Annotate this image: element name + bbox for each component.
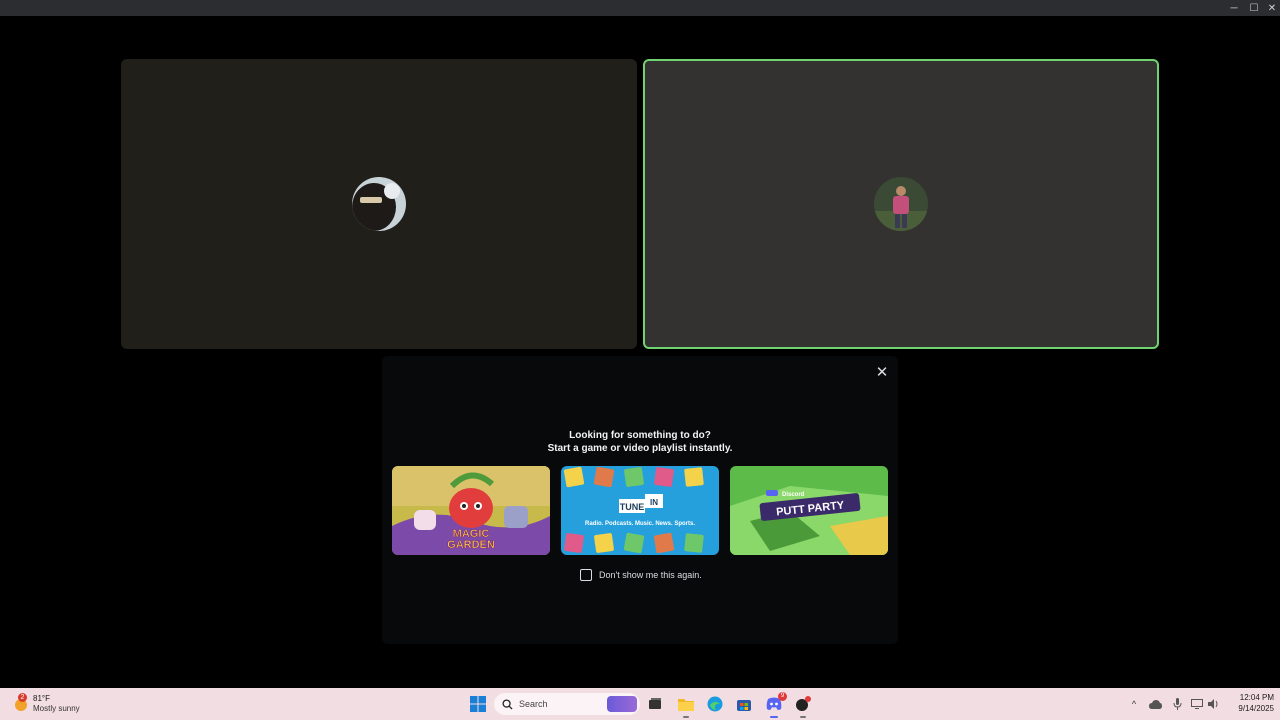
taskbar-clock[interactable]: 12:04 PM 9/14/2025 [1226, 692, 1274, 714]
app-button[interactable] [793, 694, 813, 718]
tunein-tagline: Radio. Podcasts. Music. News. Sports. [585, 521, 695, 527]
edge-button[interactable] [705, 694, 725, 714]
maximize-button[interactable]: ☐ [1244, 0, 1264, 16]
clock-time: 12:04 PM [1239, 693, 1274, 702]
weather-badge: 2 [18, 693, 27, 702]
app-icon [796, 696, 811, 711]
activity-card-tunein[interactable]: TUNE IN Radio. Podcasts. Music. News. Sp… [561, 466, 719, 555]
taskbar: 2 81°F Mostly sunny Search 9 ^ 12:04 PM … [0, 688, 1280, 720]
task-view-button[interactable] [645, 694, 665, 714]
minimize-button[interactable]: ─ [1224, 0, 1244, 16]
prompt-line-1: Looking for something to do? [569, 430, 711, 441]
edge-icon [707, 696, 723, 712]
close-window-button[interactable]: ✕ [1262, 0, 1280, 16]
active-indicator [800, 716, 806, 718]
active-indicator [683, 716, 689, 718]
activity-cards: MAGIC GARDEN TUNE IN Radio. Podcasts. Mu… [392, 466, 888, 556]
search-input[interactable] [519, 699, 599, 709]
microphone-icon[interactable] [1170, 697, 1184, 711]
activity-prompt-dialog: ✕ Looking for something to do? Start a g… [382, 356, 898, 644]
activity-card-magic-garden[interactable]: MAGIC GARDEN [392, 466, 550, 555]
weather-widget[interactable]: 2 81°F Mostly sunny [12, 692, 80, 716]
start-button[interactable] [468, 694, 488, 714]
search-icon [502, 698, 513, 710]
search-highlight-icon [607, 696, 637, 712]
participant-tile[interactable] [121, 59, 637, 349]
close-dialog-button[interactable]: ✕ [872, 362, 892, 382]
title-bar: ─ ☐ ✕ [0, 0, 1280, 16]
folder-icon [678, 699, 694, 711]
weather-desc: Mostly sunny [33, 704, 80, 713]
participant-avatar [352, 177, 406, 231]
sun-icon: 2 [12, 693, 28, 712]
participant-avatar [874, 177, 928, 231]
dont-show-checkbox[interactable] [580, 569, 592, 581]
tunein-logo-2: IN [650, 498, 658, 507]
taskbar-search[interactable] [494, 693, 640, 715]
volume-icon[interactable] [1207, 697, 1221, 711]
display-icon[interactable] [1190, 697, 1204, 711]
activity-card-putt-party[interactable]: Discord PUTT PARTY [730, 466, 888, 555]
magic-garden-title-2: GARDEN [447, 539, 495, 551]
clock-date: 9/14/2025 [1238, 704, 1274, 713]
file-explorer-button[interactable] [676, 694, 696, 718]
windows-icon [470, 696, 486, 712]
discord-badge: 9 [778, 692, 787, 701]
tray-overflow-chevron[interactable]: ^ [1127, 697, 1141, 711]
store-icon [737, 700, 751, 711]
call-stage: ✕ Looking for something to do? Start a g… [0, 16, 1280, 688]
prompt-text: Looking for something to do? Start a gam… [382, 429, 898, 455]
participant-tile-speaking[interactable] [643, 59, 1159, 349]
active-indicator [770, 716, 778, 718]
dont-show-again[interactable]: Don't show me this again. [580, 568, 702, 582]
weather-temp: 81°F [33, 694, 50, 703]
task-view-icon [649, 698, 661, 709]
discord-button[interactable]: 9 [764, 692, 787, 718]
store-button[interactable] [734, 694, 754, 714]
prompt-line-2: Start a game or video playlist instantly… [547, 443, 733, 454]
tunein-logo-1: TUNE [620, 502, 645, 512]
dont-show-label: Don't show me this again. [599, 570, 702, 580]
onedrive-icon[interactable] [1148, 697, 1162, 711]
putt-party-brand: Discord [782, 492, 805, 498]
